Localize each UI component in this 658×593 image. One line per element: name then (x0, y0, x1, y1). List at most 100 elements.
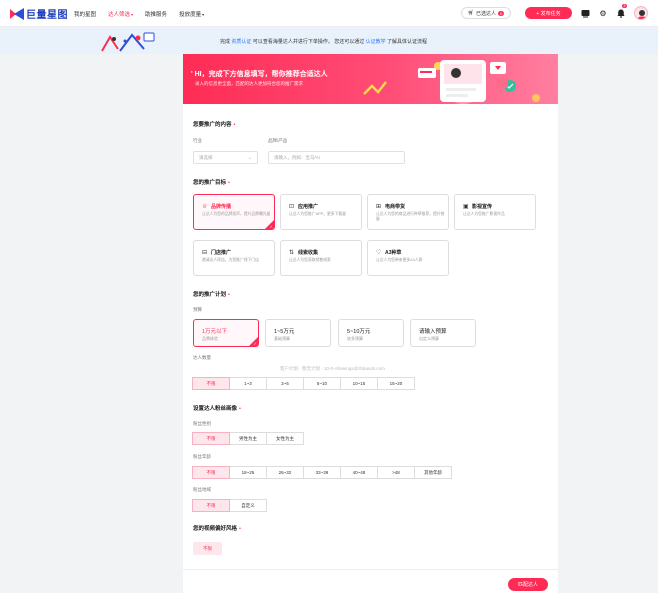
required-mark: • (233, 122, 236, 128)
goal-card[interactable]: ⊡ 应用推广 让达人为您推广APP，更多下载量 (280, 194, 362, 230)
industry-placeholder: 请选择 (199, 154, 213, 160)
age-label: 粉丝年龄 (193, 454, 211, 459)
budget-card-desc: 基础预算 (274, 336, 290, 341)
option-1[interactable]: 自定义 (229, 499, 267, 512)
budget-card[interactable]: 请输入预算 自定义预算 (410, 319, 476, 347)
option-4[interactable]: 40~48 (340, 466, 378, 479)
bell-icon[interactable] (616, 8, 626, 18)
budget-card-title: 1万元以下 (202, 329, 228, 335)
publish-task-button[interactable]: + 发布任务 (525, 7, 572, 19)
budget-card-desc: 自定义预算 (419, 336, 439, 341)
budget-card-desc: 品牌体验 (202, 336, 218, 341)
goal-card-desc: 让达人为您带来更多A3人群 (376, 258, 423, 262)
notice-text: 完成 资质认证 可以查看海量达人并进行下单操作。 您还可以通过 认证教学 了解具… (220, 38, 427, 45)
goal-card-desc: 让达人为您的商品进行种草推荐，提升销量 (376, 212, 445, 221)
brand-placeholder: 请输入，例如：宝马/AI (274, 154, 321, 160)
certification-link[interactable]: 资质认证 (231, 39, 251, 45)
goal-title: 您的推广目标 • (193, 178, 230, 186)
budget-card-title: 请输入预算 (419, 329, 447, 335)
budget-card-desc: 较多预算 (347, 336, 363, 341)
nav-item-0[interactable]: 我的星图 (74, 10, 96, 18)
goal-card-desc: 让达人为您的品牌发声，提升品牌曝光量 (202, 212, 271, 216)
chevron-down-icon: ▾ (131, 12, 134, 17)
top-nav: 巨量星图 我的星图 达人筛选▾ 助推服务 投放度量▾ 🛒︎ 已选达人 0 + 发布任务… (0, 0, 658, 27)
goal-card[interactable]: ⇅ 线索收集 让达人为您获取销售线索 (280, 240, 362, 276)
nav-item-label: 助推服务 (145, 12, 168, 18)
option-0[interactable]: 不限 (192, 499, 230, 512)
goal-card-title: 品牌传播 (211, 204, 232, 210)
style-option-any[interactable]: 不限 (193, 542, 222, 555)
logo-text: 巨量星图 (26, 10, 68, 21)
banner-subtitle: 录入的信息更全面，匹配的达人更加符合您的推广需求 (195, 81, 303, 86)
tutorial-link[interactable]: 认证教学 (366, 39, 386, 45)
option-1[interactable]: 1~3 (229, 377, 267, 390)
store-icon: ⊟ (202, 250, 208, 256)
goal-card[interactable]: ♕ 品牌传播 让达人为您的品牌发声，提升品牌曝光量 ✓ (193, 194, 275, 230)
option-0[interactable]: 不限 (192, 432, 230, 445)
cart-icon: 🛒︎ (467, 10, 475, 16)
notice-illustration (101, 32, 155, 52)
brand-input[interactable]: 请输入，例如：宝马/AI (268, 151, 405, 164)
notice-prefix: 完成 (220, 39, 231, 45)
required-mark: • (228, 292, 230, 298)
nav-menu: 我的星图 达人筛选▾ 助推服务 投放度量▾ (74, 10, 204, 18)
match-creators-button[interactable]: 匹配达人 (508, 578, 548, 591)
notification-badge: 3 (622, 4, 627, 8)
budget-card-title: 5~10万元 (347, 329, 371, 335)
persona-title: 设置达人粉丝画像 • (193, 404, 241, 412)
budget-card[interactable]: 5~10万元 较多预算 (338, 319, 404, 347)
budget-card[interactable]: 1万元以下 品牌体验 ✓ (193, 319, 259, 347)
banner-illustration (363, 60, 540, 104)
goal-card-desc: 邀请达人探店，为您推广线下门店 (202, 258, 259, 262)
check-icon: ✓ (253, 341, 257, 346)
budget-label: 预算 (193, 307, 202, 312)
option-0[interactable]: 不限 (192, 377, 230, 390)
goal-card[interactable]: ⊟ 门店推广 邀请达人探店，为您推广线下门店 (193, 240, 275, 276)
footer-divider (183, 569, 558, 570)
app-icon: ⊡ (289, 204, 295, 210)
goal-title-text: 您的推广目标 (193, 180, 227, 186)
required-mark: • (239, 526, 241, 532)
nav-item-1[interactable]: 达人筛选▾ (108, 10, 133, 18)
creator-center-icon[interactable] (580, 8, 590, 18)
selected-creators-button[interactable]: 🛒︎ 已选达人 0 (461, 7, 511, 19)
industry-select[interactable]: 请选择 ⌄ (193, 151, 258, 164)
plan-title-text: 您的推广计划 (193, 292, 227, 298)
option-5[interactable]: >48 (377, 466, 415, 479)
creator-count-options: 不限 1~3 3~5 5~10 10~15 15~20 (192, 377, 415, 390)
option-1[interactable]: 男性为主 (229, 432, 267, 445)
crown-icon: ♕ (202, 204, 208, 210)
budget-card[interactable]: 1~5万元 基础预算 (265, 319, 331, 347)
option-6[interactable]: 其他年龄 (414, 466, 452, 479)
goal-card[interactable]: ▣ 影视宣传 让达人为您推广影视作品 (454, 194, 536, 230)
goal-card-title: 线索收集 (298, 250, 319, 256)
publish-task-label: + 发布任务 (536, 10, 561, 17)
promo-content-title: 您要推广的内容 • (193, 120, 235, 128)
option-5[interactable]: 15~20 (377, 377, 415, 390)
option-2[interactable]: 女性为主 (266, 432, 304, 445)
film-icon: ▣ (463, 204, 469, 210)
avatar[interactable] (634, 6, 648, 20)
option-2[interactable]: 3~5 (266, 377, 304, 390)
option-4[interactable]: 10~15 (340, 377, 378, 390)
banner-title-text: HI，完成下方信息填写，帮你推荐合适达人 (194, 71, 328, 78)
option-2[interactable]: 26~32 (266, 466, 304, 479)
age-options: 不限 18~25 26~32 33~39 40~48 >48 其他年龄 (192, 466, 452, 479)
goal-card[interactable]: ♡ A3种草 让达人为您带来更多A3人群 (367, 240, 449, 276)
notice-middle: 可以查看海量达人并进行下单操作。 您还可以通过 (252, 39, 365, 45)
option-3[interactable]: 5~10 (303, 377, 341, 390)
budget-card-title: 1~5万元 (274, 329, 295, 335)
settings-icon[interactable]: ⚙ (598, 8, 608, 18)
nav-item-label: 我的星图 (74, 12, 97, 18)
required-mark: • (239, 406, 241, 412)
option-1[interactable]: 18~25 (229, 466, 267, 479)
nav-item-3[interactable]: 投放度量▾ (179, 10, 204, 18)
option-0[interactable]: 不限 (192, 466, 230, 479)
plan-title: 您的推广计划 • (193, 290, 230, 298)
option-3[interactable]: 33~39 (303, 466, 341, 479)
logo[interactable]: 巨量星图 (10, 7, 68, 21)
goal-card[interactable]: ⊞ 电商带货 让达人为您的商品进行种草推荐，提升销量 (367, 194, 449, 230)
nav-item-2[interactable]: 助推服务 (145, 10, 167, 18)
nav-item-label: 投放度量 (179, 12, 202, 18)
required-mark: • (228, 180, 230, 186)
